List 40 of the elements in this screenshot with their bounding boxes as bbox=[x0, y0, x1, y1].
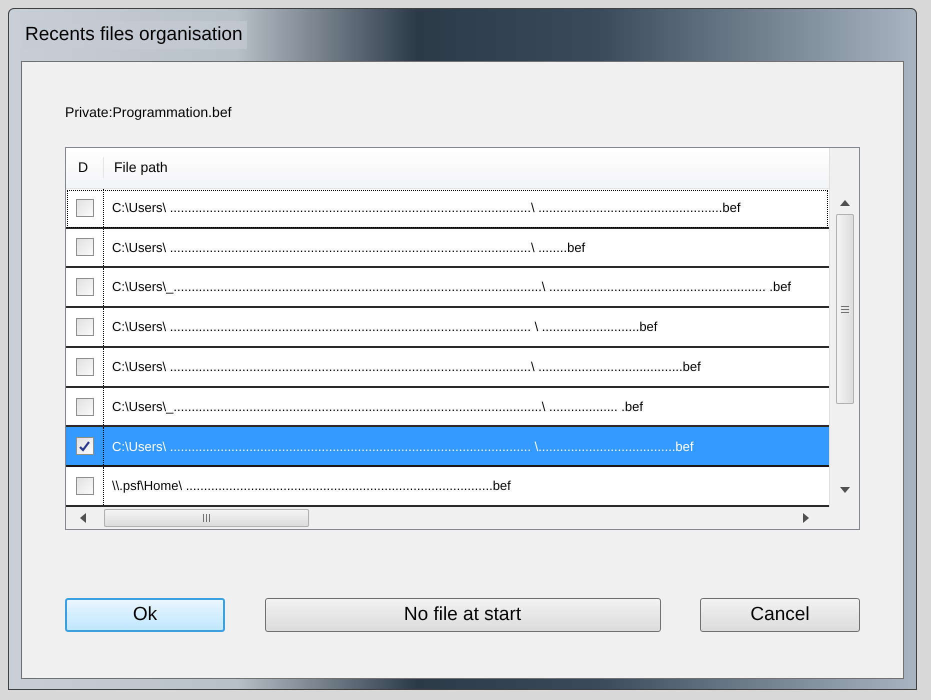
file-path: C:\Users\ .................................................................................................... \......................................bef bbox=[111, 438, 694, 456]
grip-icon bbox=[840, 306, 848, 312]
file-path: C:\Users\ .................................................................................................... \ ...........................bef bbox=[111, 318, 658, 336]
file-path: C:\Users\_......................................................................................................\ ................... .bef bbox=[111, 398, 643, 416]
table-row[interactable]: C:\Users\_......................................................................................................\ ............................................................ .bef bbox=[66, 268, 829, 308]
checkbox[interactable] bbox=[76, 198, 94, 217]
scroll-left-icon[interactable] bbox=[80, 513, 86, 523]
grip-icon bbox=[203, 514, 210, 522]
checkmark-icon bbox=[78, 440, 91, 453]
dialog-button[interactable]: Cancel bbox=[700, 598, 860, 632]
column-header[interactable]: D bbox=[66, 157, 104, 178]
checkbox[interactable] bbox=[76, 358, 94, 376]
table-row[interactable]: C:\Users\ ....................................................................................................\ ........................................bef bbox=[66, 348, 829, 388]
table-row[interactable]: C:\Users\ ....................................................................................................\ ........bef bbox=[66, 228, 829, 268]
dialog-button[interactable]: No file at start bbox=[264, 598, 660, 632]
file-path: C:\Users\ ....................................................................................................\ ........................................bef bbox=[111, 358, 701, 376]
file-path: C:\Users\ ....................................................................................................\ ...................................................bef bbox=[111, 198, 740, 217]
table-row[interactable]: \\.psf\Home\ .....................................................................................bef bbox=[66, 467, 829, 507]
checkbox[interactable] bbox=[76, 238, 94, 256]
file-path: C:\Users\_......................................................................................................\ ............................................................ .bef bbox=[111, 278, 792, 296]
horizontal-scrollbar[interactable] bbox=[66, 507, 859, 529]
checkbox[interactable] bbox=[76, 477, 94, 496]
checkbox[interactable] bbox=[76, 437, 94, 456]
scroll-right-icon[interactable] bbox=[803, 513, 809, 523]
vertical-scrollbar[interactable] bbox=[829, 148, 859, 507]
column-header[interactable]: File path bbox=[104, 157, 168, 178]
checkbox[interactable] bbox=[76, 278, 94, 296]
dialog-button[interactable]: Ok bbox=[65, 598, 225, 632]
scroll-thumb[interactable] bbox=[104, 509, 309, 527]
scroll-thumb[interactable] bbox=[836, 214, 854, 404]
scroll-up-icon[interactable] bbox=[840, 200, 850, 206]
file-label: Private:Programmation.bef bbox=[65, 103, 233, 122]
table-row[interactable]: C:\Users\_......................................................................................................\ ................... .bef bbox=[66, 388, 829, 428]
scroll-down-icon[interactable] bbox=[840, 487, 850, 493]
checkbox[interactable] bbox=[76, 398, 94, 416]
file-path: \\.psf\Home\ .....................................................................................bef bbox=[111, 477, 511, 496]
file-path: C:\Users\ ....................................................................................................\ ........bef bbox=[111, 238, 586, 257]
checkbox[interactable] bbox=[76, 318, 94, 336]
table-row[interactable]: C:\Users\ .................................................................................................... \ ...........................bef bbox=[66, 308, 829, 348]
table-row[interactable]: C:\Users\ ....................................................................................................\ ...................................................bef bbox=[66, 188, 829, 229]
